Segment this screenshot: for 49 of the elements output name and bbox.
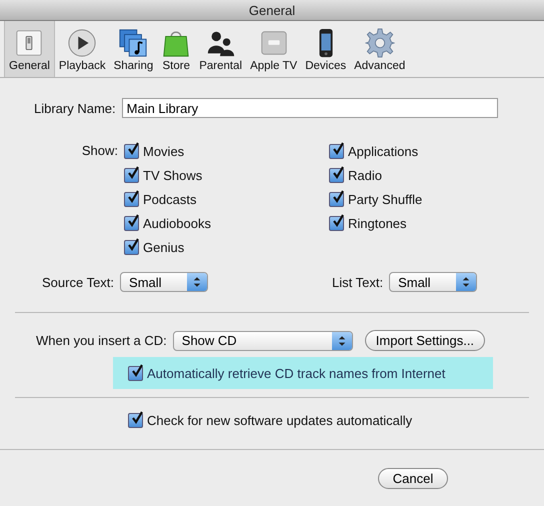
source-text-dropdown[interactable]: Small — [120, 272, 208, 292]
list-text-label: List Text: — [332, 274, 384, 290]
library-name-field[interactable]: Main Library — [122, 98, 498, 118]
stacked-music-icon — [118, 28, 148, 58]
checkbox-label: Applications — [348, 144, 418, 158]
cancel-button[interactable]: Cancel — [378, 468, 448, 488]
checkbox-label: Party Shuffle — [348, 192, 422, 206]
stepper-arrows-icon — [456, 273, 476, 291]
window-title: General — [248, 2, 296, 18]
checkbox[interactable] — [124, 216, 139, 230]
toolbar-tab[interactable]: Playback — [54, 21, 110, 77]
checkbox-label: Movies — [143, 144, 184, 158]
toolbar-tab[interactable]: Sharing — [110, 21, 158, 77]
checkbox-label: TV Shows — [143, 168, 202, 182]
stepper-arrows-icon — [332, 332, 352, 350]
toolbar-tab[interactable]: Store — [157, 21, 196, 77]
checkbox-label: Automatically retrieve CD track names from Internet — [147, 366, 446, 380]
source-text-label: Source Text: — [42, 274, 114, 290]
checkbox[interactable] — [124, 168, 139, 182]
checkbox[interactable] — [124, 240, 139, 254]
checkbox[interactable] — [124, 192, 139, 206]
checkbox[interactable] — [329, 168, 344, 182]
stepper-arrows-icon — [187, 273, 208, 291]
switch-icon — [14, 28, 44, 58]
checkbox[interactable] — [124, 144, 139, 158]
toolbar-tab[interactable]: Apple TV — [246, 21, 302, 77]
play-icon — [67, 28, 98, 58]
checkbox-label: Ringtones — [348, 216, 407, 230]
checkbox[interactable] — [128, 366, 143, 380]
library-name-label: Library Name: — [34, 100, 116, 116]
checkbox-label: Radio — [348, 168, 382, 182]
toolbar-tab[interactable]: Parental — [195, 21, 246, 77]
insert-cd-label: When you insert a CD: — [36, 333, 167, 348]
toolbar-tab[interactable]: Advanced — [350, 21, 410, 77]
checkbox[interactable] — [329, 192, 344, 206]
checkbox-label: Audiobooks — [143, 216, 211, 230]
import-settings-button[interactable]: Import Settings... — [364, 330, 486, 351]
insert-cd-dropdown[interactable]: Show CD — [172, 330, 353, 350]
toolbar-tab[interactable]: General — [4, 21, 55, 77]
list-text-dropdown[interactable]: Small — [389, 272, 478, 292]
checkbox[interactable] — [329, 216, 344, 230]
checkbox-label: Genius — [143, 240, 184, 254]
checkbox-label: Podcasts — [143, 192, 196, 206]
show-label: Show: — [80, 142, 119, 160]
checkbox[interactable] — [329, 144, 344, 158]
checkbox-label: Check for new software updates automatically — [147, 412, 412, 428]
toolbar-tab[interactable]: Devices — [301, 21, 350, 77]
settings-icon — [364, 28, 395, 58]
checkbox[interactable] — [128, 412, 143, 428]
